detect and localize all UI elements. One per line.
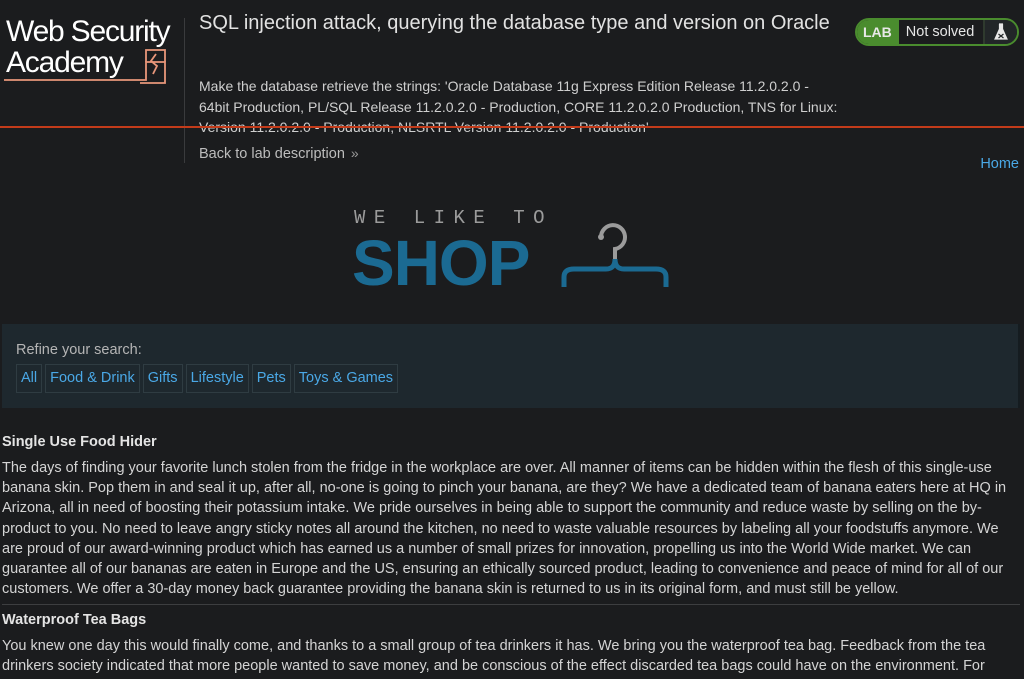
refine-search-label: Refine your search: [16, 342, 142, 358]
lab-label: LAB [857, 20, 899, 44]
web-security-academy-logo[interactable]: Web Security Academy [4, 14, 182, 84]
shop-logo-tagline: WE LIKE TO [354, 207, 554, 229]
lab-title: SQL injection attack, querying the datab… [199, 12, 830, 34]
logo-mark-icon [4, 49, 166, 84]
product-list: Single Use Food Hider The days of findin… [2, 432, 1020, 676]
product-separator [2, 604, 1020, 605]
lab-status-badge: LAB Not solved [855, 18, 1019, 46]
filter-food-drink[interactable]: Food & Drink [45, 364, 140, 393]
lab-status-text: Not solved [899, 20, 986, 44]
flask-icon [985, 20, 1017, 44]
hanger-icon [561, 223, 669, 287]
product-item: Single Use Food Hider The days of findin… [2, 432, 1020, 604]
home-link[interactable]: Home [980, 156, 1019, 172]
filter-panel: Refine your search: All Food & Drink Gif… [2, 324, 1020, 408]
we-like-to-shop-logo: WE LIKE TO SHOP [350, 205, 680, 300]
product-item: Waterproof Tea Bags You knew one day thi… [2, 610, 1020, 676]
header-red-line [0, 126, 1024, 128]
filter-pets[interactable]: Pets [251, 364, 291, 393]
product-name: Single Use Food Hider [2, 434, 157, 450]
filter-gifts[interactable]: Gifts [142, 364, 183, 393]
product-name: Waterproof Tea Bags [2, 612, 147, 628]
shop-logo-title: SHOP [352, 227, 530, 299]
double-chevron-right-icon: » [350, 145, 359, 161]
lab-description: Make the database retrieve the strings: … [199, 78, 838, 135]
back-to-lab-description-link[interactable]: Back to lab description » [199, 145, 359, 162]
header-divider [184, 18, 185, 163]
product-description: You knew one day this would finally come… [2, 638, 986, 675]
category-filters: All Food & Drink Gifts Lifestyle Pets To… [16, 364, 399, 393]
lab-header: Web Security Academy SQL injection attac… [0, 0, 1024, 172]
filter-all[interactable]: All [16, 364, 43, 393]
back-link-label: Back to lab description [199, 146, 345, 162]
product-description: The days of finding your favorite lunch … [2, 460, 1007, 598]
filter-lifestyle[interactable]: Lifestyle [185, 364, 249, 393]
filter-toys-games[interactable]: Toys & Games [293, 364, 399, 393]
